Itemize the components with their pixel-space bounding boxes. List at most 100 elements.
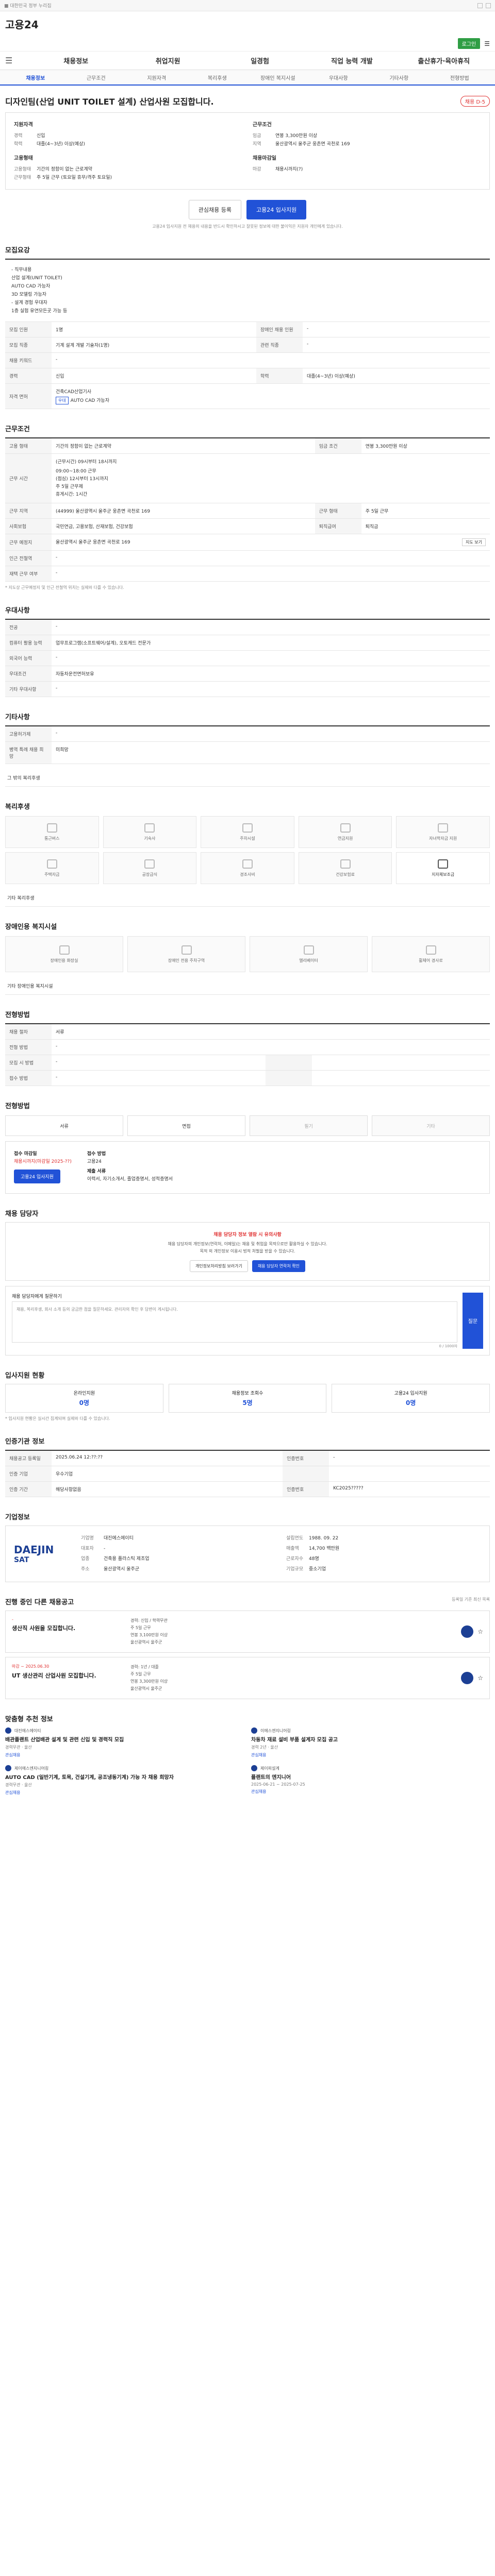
recommend-save-link[interactable]: 관심채용: [251, 1752, 490, 1758]
font-size-icon[interactable]: [477, 3, 483, 8]
section-disability-heading: 장애인용 복지시설: [5, 923, 57, 931]
elevator-icon: [303, 945, 314, 955]
recommend-save-link[interactable]: 관심채용: [5, 1752, 244, 1758]
etc-extra: 그 밖의 복리후생: [5, 769, 490, 787]
welfare-card-active: 지자체보조금: [396, 852, 490, 884]
section-stats-heading: 입사지원 현황: [5, 1372, 45, 1380]
lang-icon[interactable]: [486, 3, 491, 8]
recommend-card[interactable]: 이에스엔지니어링 차동차 재료 설비 부품 설계자 모집 공고 경력 2년 · …: [251, 1727, 490, 1758]
recommend-card[interactable]: 대진에스에이티 배관플랜트 산업배관 설계 및 관련 신입 및 경력직 모집 경…: [5, 1727, 244, 1758]
save-job-button[interactable]: 관심채용 등록: [188, 200, 241, 219]
recommend-save-link[interactable]: 관심채용: [251, 1789, 490, 1794]
section-method-heading: 전형방법: [5, 1011, 30, 1019]
subnav-item-qualification[interactable]: 지원자격: [126, 74, 187, 81]
apply-button-secondary[interactable]: 고용24 입사지원: [14, 1170, 60, 1183]
summary-employment-heading: 고용형태: [14, 156, 33, 161]
section-other-jobs-heading: 진행 중인 다른 채용공고 등록일 기준 최신 목록: [5, 1597, 490, 1606]
apply-button[interactable]: 고용24 입사지원: [246, 200, 307, 219]
section-pref-heading: 우대사항: [5, 607, 30, 615]
gov-mark-icon: ■ 대한민국 정부 누리집: [4, 4, 52, 9]
welfare-card: 주택자금: [5, 852, 99, 884]
recommend-card[interactable]: 제이피설계 플랜트의 엔지니어 2025-06-21 ~ 2025-07-25 …: [251, 1765, 490, 1795]
login-row: 로그인 ☰: [0, 36, 495, 52]
company-logo: DAEJIN SAT: [14, 1544, 54, 1564]
dorm-icon: [144, 823, 155, 833]
hamburger-icon[interactable]: ☰: [5, 56, 14, 65]
subnav-item-etc[interactable]: 기타사항: [369, 74, 430, 81]
contact-warning: 채용 담당자 정보 열람 시 유의사항: [213, 1232, 282, 1238]
subnav-item-recruit[interactable]: 채용정보: [5, 74, 66, 81]
pref-tag: 우대: [56, 397, 69, 404]
bookmark-icon[interactable]: ☆: [477, 1674, 483, 1682]
site-logo[interactable]: 고용24: [5, 16, 39, 31]
qa-submit-button[interactable]: 질문: [463, 1293, 483, 1349]
process-option-document: 서류: [5, 1115, 123, 1136]
qa-textarea[interactable]: 채용, 복리후생, 회사 소개 등의 궁금한 점을 질문하세요. 관리자의 확인…: [12, 1301, 457, 1343]
company-emblem-icon: [5, 1765, 11, 1771]
section-process-heading: 전형방법: [5, 1103, 30, 1110]
welfare-card: 주차시설: [201, 816, 294, 848]
gnb-item-training[interactable]: 직업 능력 개발: [306, 56, 398, 65]
auth-table: 채용공고 등록일 2025.06.24 12:??:?? 인증번호 - 인증 기업 우수…: [5, 1450, 490, 1497]
company-emblem-icon: [5, 1727, 11, 1734]
subnav-item-welfare[interactable]: 복리후생: [187, 74, 248, 81]
company-emblem-icon: [461, 1625, 474, 1638]
stat-card: 온라인지원 0명: [5, 1384, 163, 1413]
summary-box: 지원자격 경력 신입 학력 대졸(4~3년) 이상(예상) 고용형태 고용형태 기간의…: [5, 112, 490, 190]
subsidy-icon: [438, 859, 449, 869]
house-icon: [46, 859, 57, 869]
menu-icon[interactable]: ☰: [484, 40, 490, 47]
primary-actions: 관심채용 등록 고용24 입사지원: [5, 200, 490, 219]
other-job-card[interactable]: - 생산직 사원을 모집합니다. 경력: 신입 / 학력무관 주 5일 근무 연봉 3…: [5, 1611, 490, 1653]
logo-row: 고용24: [0, 11, 495, 36]
section-recommend-heading: 맞춤형 추천 정보: [5, 1716, 53, 1723]
health-icon: [340, 859, 351, 869]
map-button[interactable]: 지도 보기: [462, 538, 486, 546]
qa-box: 채용 담당자에게 질문하기 채용, 복리후생, 회사 소개 등의 궁금한 점을 …: [5, 1286, 490, 1355]
section-work-heading: 근무조건: [5, 426, 30, 433]
disability-card: 엘리베이터: [250, 936, 368, 972]
welfare-card: 통근버스: [5, 816, 99, 848]
welfare-card: 건강보험료: [298, 852, 392, 884]
view-contact-button[interactable]: 채용 담당자 연락처 확인: [252, 1260, 306, 1272]
method-table: 채용 절차 서류 전형 방법 - 모집 시 방법 - 접수 방법 -: [5, 1023, 490, 1086]
stats-row: 온라인지원 0명 채용정보 조회수 5명 고용24 입사지원 0명: [5, 1384, 490, 1413]
recommend-save-link[interactable]: 관심채용: [5, 1790, 244, 1795]
ramp-icon: [425, 945, 436, 955]
bookmark-icon[interactable]: ☆: [477, 1628, 483, 1635]
other-job-card[interactable]: 마감 ~ 2025.06.30 UT 생산관리 산업사원 모집합니다. 경력: 1…: [5, 1657, 490, 1699]
subnav-item-preference[interactable]: 우대사항: [308, 74, 369, 81]
section-contact-heading: 채용 담당자: [5, 1210, 39, 1218]
duty-table: 모집 인원 1명 장애인 채용 인원 - 모집 직종 기계 설계 개발 기술자(1명) 관…: [5, 322, 490, 409]
work-note: * 지도상 근무예정지 및 인근 전철역 위치는 실제와 다를 수 있습니다.: [5, 585, 124, 590]
apply-box: 접수 마감일 채용시까지(마감일 2025-??) 고용24 입사지원 접수 방…: [5, 1141, 490, 1194]
recommend-card[interactable]: 제이에스엔지니어링 AUTO CAD (일반기계, 토목, 건설기계, 공조냉동…: [5, 1765, 244, 1795]
stats-note: * 입사지원 현황은 실시간 집계되며 실제와 다를 수 있습니다.: [5, 1416, 110, 1421]
parking-icon: [242, 823, 253, 833]
welfare-grid: 통근버스 기숙사 주차시설 연금지원 자녀학자금 지원 주택자금 공장급식 경조…: [5, 816, 490, 884]
meal-icon: [144, 859, 155, 869]
gnb-item-leave[interactable]: 출산휴가·육아휴직: [398, 56, 490, 65]
welfare-card: 연금지원: [298, 816, 392, 848]
subnav-item-disability[interactable]: 장애인 복지시설: [248, 74, 308, 81]
gnb-item-jobs[interactable]: 채용정보: [30, 56, 122, 65]
subnav-item-condition[interactable]: 근무조건: [66, 74, 127, 81]
company-emblem-icon: [251, 1765, 257, 1771]
gnb-item-experience[interactable]: 일경험: [214, 56, 306, 65]
section-company-heading: 기업정보: [5, 1514, 30, 1521]
login-button[interactable]: 로그인: [457, 38, 481, 49]
company-emblem-icon: [461, 1672, 474, 1684]
gnb-item-support[interactable]: 취업지원: [122, 56, 213, 65]
welfare-card: 경조사비: [201, 852, 294, 884]
recommend-grid: 대진에스에이티 배관플랜트 산업배관 설계 및 관련 신입 및 경력직 모집 경…: [5, 1727, 490, 1795]
qa-count: 0 / 1000자: [439, 1344, 457, 1348]
pension-icon: [340, 823, 351, 833]
welfare-extra: 기타 복리후생: [5, 889, 490, 907]
disability-card: 장애인용 화장실: [5, 936, 123, 972]
subnav-item-method[interactable]: 전형방법: [430, 74, 490, 81]
deadline-badge: 채용 D-5: [460, 95, 490, 107]
privacy-policy-button[interactable]: 개인정보처리방침 보러가기: [189, 1260, 248, 1272]
disability-card: 장애인 전용 주차구역: [127, 936, 245, 972]
disability-card: 휠체어 경사로: [372, 936, 490, 972]
top-utility-bar: ■ 대한민국 정부 누리집: [0, 0, 495, 11]
